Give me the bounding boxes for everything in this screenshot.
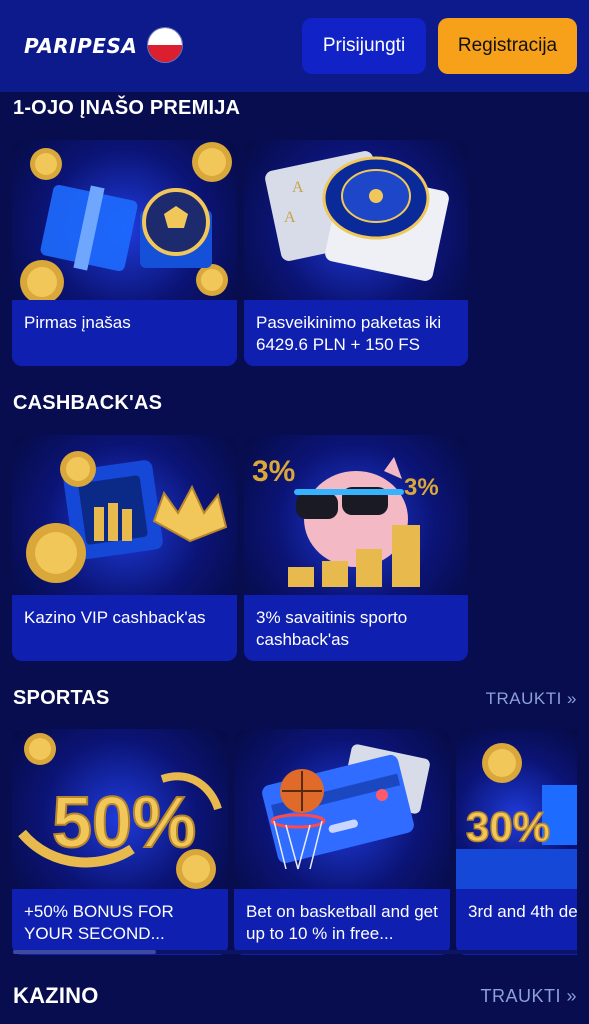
sports-more-link[interactable]: TRAUKTI » [486,689,577,709]
promo-card-caption: Kazino VIP cashback'as [12,595,237,661]
scrollbar-thumb[interactable] [13,950,156,954]
poland-flag-icon[interactable] [147,27,183,63]
section-title-first-deposit: 1-OJO ĮNAŠO PREMIJA [13,97,241,119]
safe-crown-icon [12,435,237,595]
svg-text:A: A [284,209,296,226]
top-header: PARIPESA Prisijungti Registracija [0,0,589,92]
svg-text:3%: 3% [404,474,439,501]
promo-card-caption: +50% BONUS FOR YOUR SECOND... [12,889,228,955]
roulette-cards-icon: A A [244,140,468,300]
promo-card-third-fourth-deposit[interactable]: 30% 3rd and 4th de bonuses [456,729,577,955]
gift-football-icon [12,140,237,300]
section-title-sports: SPORTAS [13,687,110,709]
piggy-bank-icon: 3% 3% [244,435,468,595]
bonus-percent-text: 50% [52,783,196,863]
login-button[interactable]: Prisijungti [302,18,426,74]
promo-card-casino-vip-cashback[interactable]: Kazino VIP cashback'as [12,435,237,661]
section-title-cashback: CASHBACK'AS [13,392,163,414]
promo-card-sport-cashback[interactable]: 3% 3% 3% savaitinis sporto cashback'as [244,435,468,661]
promo-card-caption: Pasveikinimo paketas iki 6429.6 PLN + 15… [244,300,468,366]
register-button[interactable]: Registracija [438,18,577,74]
casino-more-link[interactable]: TRAUKTI » [480,986,577,1007]
promo-card-first-deposit[interactable]: Pirmas įnašas [12,140,237,366]
section-title-casino: KAZINO [13,983,99,1008]
basketball-card-icon [234,729,450,889]
promo-card-welcome-package[interactable]: A A Pasveikinimo paketas iki 6429.6 PLN … [244,140,468,366]
percent-bonus-icon: 30% [456,729,577,889]
promo-card-caption: Bet on basketball and get up to 10 % in … [234,889,450,955]
promo-card-caption: 3% savaitinis sporto cashback'as [244,595,468,661]
promo-card-second-deposit[interactable]: 50% +50% BONUS FOR YOUR SECOND... [12,729,228,955]
svg-text:A: A [292,179,304,196]
percent-bonus-icon: 50% [12,729,228,889]
brand-logo[interactable]: PARIPESA [24,34,137,58]
svg-text:3%: 3% [252,455,295,488]
promo-card-caption: 3rd and 4th de bonuses [456,889,577,955]
promo-card-basketball[interactable]: Bet on basketball and get up to 10 % in … [234,729,450,955]
sports-carousel-scrollbar[interactable] [13,950,577,954]
promo-card-caption: Pirmas įnašas [12,300,237,366]
bonus-percent-text: 30% [466,803,550,850]
